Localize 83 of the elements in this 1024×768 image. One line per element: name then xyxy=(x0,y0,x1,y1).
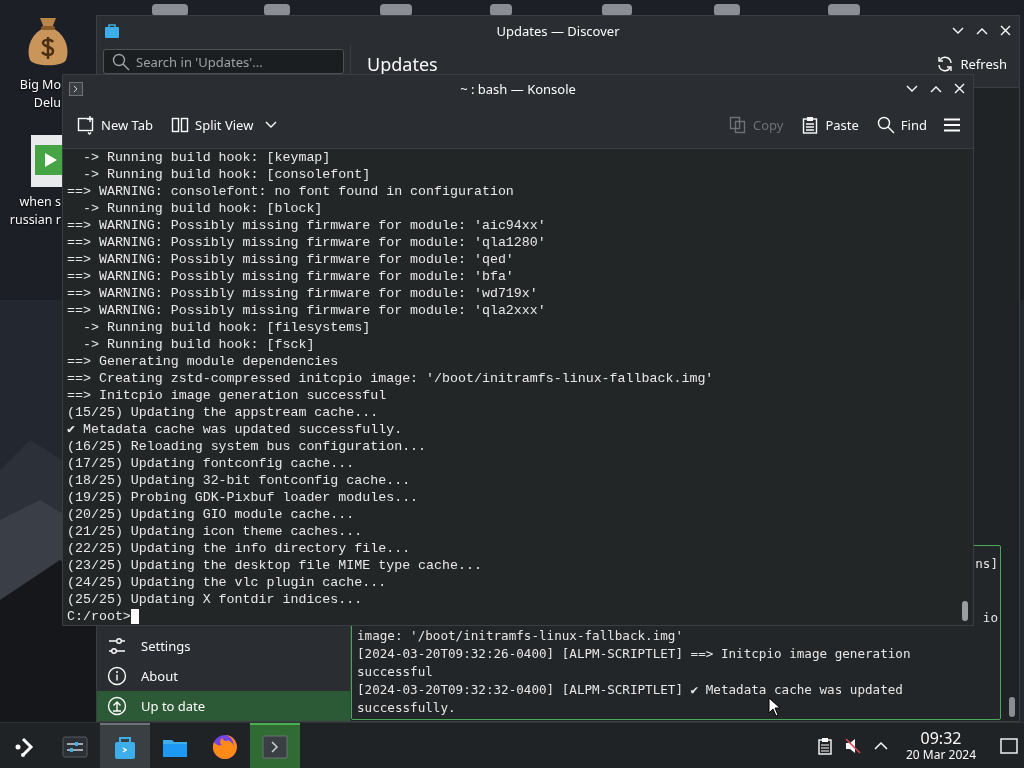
maximize-icon[interactable] xyxy=(930,84,942,93)
terminal-line: ==> WARNING: Possibly missing firmware for module: 'qla1280' xyxy=(67,234,547,251)
terminal-line: ==> WARNING: Possibly missing firmware for module: 'qed' xyxy=(67,251,515,268)
terminal-icon xyxy=(69,81,83,96)
terminal-line: (20/25) Updating GIO module cache... xyxy=(67,506,356,523)
menu-icon[interactable] xyxy=(943,118,961,133)
terminal-line: (22/25) Updating the info directory file... xyxy=(67,540,412,557)
sidebar-item[interactable]: Settings xyxy=(97,631,350,661)
terminal-line: (24/25) Updating the vlc plugin cache... xyxy=(67,574,388,591)
terminal-line: -> Running build hook: [fsck] xyxy=(81,336,316,353)
log-line: image: '/boot/initramfs-linux-fallback.img' xyxy=(357,627,684,645)
video-file-icon[interactable] xyxy=(31,135,65,187)
sliders-icon xyxy=(107,636,127,656)
scrollbar-thumb[interactable] xyxy=(962,601,968,621)
terminal-line: (19/25) Probing GDK-Pixbuf loader modules... xyxy=(67,489,420,506)
clock-date: 20 Mar 2024 xyxy=(906,747,976,762)
terminal-line: -> Running build hook: [keymap] xyxy=(81,149,332,166)
update-icon xyxy=(107,696,127,716)
terminal-line: -> Running build hook: [block] xyxy=(81,200,324,217)
log-line: [2024-03-20T09:32:32-0400] [ALPM-SCRIPTLET] ✔ Metadata cache was updated xyxy=(357,681,903,699)
icon-label: when s xyxy=(19,193,61,211)
log-line: [2024-03-20T09:32:26-0400] [ALPM-SCRIPTLET] ==> Initcpio image generation xyxy=(357,645,911,663)
icon-label: Big Mo xyxy=(19,76,61,94)
new-tab-icon xyxy=(77,115,95,136)
terminal-line: (21/25) Updating icon theme caches... xyxy=(67,523,364,540)
show-desktop-icon[interactable] xyxy=(1000,737,1018,754)
toolbar-button[interactable]: Paste xyxy=(795,112,865,139)
terminal-line: ==> WARNING: Possibly missing firmware for module: 'aic94xx' xyxy=(67,217,547,234)
globe-fox-icon xyxy=(211,732,239,761)
log-text: ns] xyxy=(975,555,999,573)
copy-icon xyxy=(729,116,747,135)
terminal-line: ==> WARNING: Possibly missing firmware for module: 'bfa' xyxy=(67,268,515,285)
speaker-muted-icon[interactable] xyxy=(844,736,862,755)
terminal-line: ==> Initcpio image generation successful xyxy=(67,387,388,404)
search-field[interactable]: Search in 'Updates'... xyxy=(103,49,344,74)
terminal-icon xyxy=(261,732,289,761)
terminal-line: -> Running build hook: [filesystems] xyxy=(81,319,372,336)
icon-label: Delu xyxy=(33,94,61,112)
log-line: successful xyxy=(357,663,433,681)
terminal-line: (25/25) Updating X fontdir indices... xyxy=(67,591,364,608)
log-line: successfully. xyxy=(357,699,456,717)
clipboard-icon xyxy=(801,116,820,135)
caret-icon[interactable] xyxy=(265,121,278,130)
page-heading: Updates xyxy=(367,54,438,74)
terminal-line: ==> WARNING: consolefont: no font found in configuration xyxy=(67,183,515,200)
refresh-icon xyxy=(936,54,955,73)
search-icon xyxy=(876,116,895,135)
window-title: ~ : bash — Konsole xyxy=(460,79,576,98)
log-text: io xyxy=(982,609,999,627)
minimize-icon[interactable] xyxy=(952,26,964,35)
terminal-line: (15/25) Updating the appstream cache... xyxy=(67,404,380,421)
split-view-icon xyxy=(171,116,190,135)
terminal-line: ==> WARNING: Possibly missing firmware for module: 'wd719x' xyxy=(67,285,539,302)
icon-label: russian r xyxy=(9,211,61,229)
maximize-icon[interactable] xyxy=(976,26,988,35)
terminal-line: (16/25) Reloading system bus configuration... xyxy=(67,438,428,455)
terminal-line: ==> WARNING: Possibly missing firmware for module: 'qla2xxx' xyxy=(67,302,547,319)
sidebar-item[interactable]: About xyxy=(97,661,350,691)
terminal-line: ==> Creating zstd-compressed initcpio image: '/boot/initramfs-linux-fallback.img' xyxy=(67,370,715,387)
discover-app-icon xyxy=(104,22,120,39)
terminal-prompt: C:/root> xyxy=(67,608,131,625)
mouse-pointer-icon xyxy=(768,697,780,717)
terminal-line: (17/25) Updating fontconfig cache... xyxy=(67,455,356,472)
sidebar-item[interactable]: Up to date xyxy=(97,691,350,721)
toolbar-button[interactable]: New Tab xyxy=(71,111,160,140)
window-title: Updates — Discover xyxy=(496,21,620,40)
close-icon[interactable] xyxy=(1000,25,1011,36)
toolbar-button[interactable]: Split View xyxy=(165,112,260,139)
terminal-line: ✔ Metadata cache was updated successfully. xyxy=(67,421,404,438)
terminal-line: -> Running build hook: [consolefont] xyxy=(81,166,372,183)
scrollbar-thumb[interactable] xyxy=(1009,697,1015,717)
clipboard-icon[interactable] xyxy=(816,736,834,755)
cursor xyxy=(130,609,139,624)
terminal-line: ==> Generating module dependencies xyxy=(67,353,340,370)
toolbar-button[interactable]: Find xyxy=(870,112,933,139)
search-icon xyxy=(112,52,130,71)
close-icon[interactable] xyxy=(954,83,965,95)
info-icon xyxy=(107,666,127,686)
minimize-icon[interactable] xyxy=(906,84,918,93)
clock-time: 09:32 xyxy=(920,729,962,748)
refresh-button[interactable]: Refresh xyxy=(934,54,1009,73)
terminal-line: (18/25) Updating 32-bit fontconfig cache... xyxy=(67,472,412,489)
terminal-line: (23/25) Updating the desktop file MIME type cache... xyxy=(67,557,483,574)
